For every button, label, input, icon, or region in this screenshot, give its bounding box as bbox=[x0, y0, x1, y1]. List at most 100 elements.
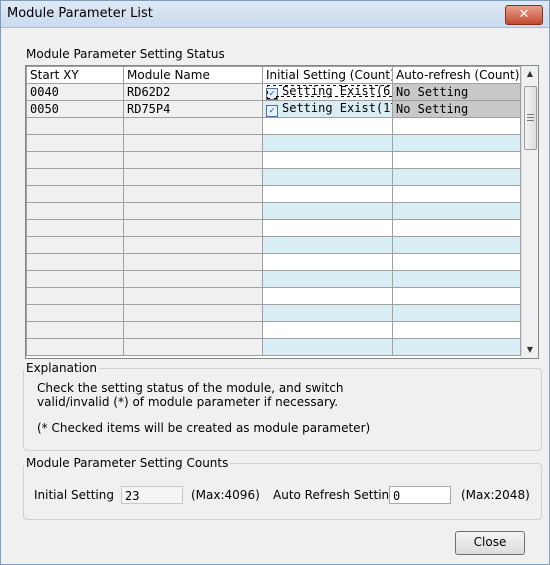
auto-refresh-max-label: (Max:2048) bbox=[461, 488, 530, 502]
auto-refresh-count-field: 0 bbox=[389, 486, 451, 504]
explanation-line-1: Check the setting status of the module, … bbox=[37, 381, 344, 395]
auto-refresh-cell[interactable] bbox=[392, 304, 521, 322]
module-name-cell bbox=[123, 304, 263, 322]
grip-line bbox=[527, 120, 534, 121]
table-header-row: Start XY Module Name Initial Setting (Co… bbox=[26, 66, 521, 84]
auto-refresh-cell[interactable] bbox=[392, 202, 521, 220]
initial-setting-value: Setting Exist(17) bbox=[282, 101, 392, 116]
start-xy-cell bbox=[26, 287, 124, 305]
table-row[interactable] bbox=[26, 321, 521, 339]
module-name-cell bbox=[123, 185, 263, 203]
table-row[interactable] bbox=[26, 117, 521, 135]
auto-refresh-cell[interactable] bbox=[392, 270, 521, 288]
module-name-cell bbox=[123, 270, 263, 288]
auto-refresh-cell[interactable] bbox=[392, 185, 521, 203]
start-xy-cell: 0050 bbox=[26, 100, 124, 118]
start-xy-cell bbox=[26, 151, 124, 169]
auto-refresh-cell[interactable] bbox=[392, 338, 521, 356]
grip-line bbox=[527, 114, 534, 115]
auto-refresh-cell[interactable] bbox=[392, 321, 521, 339]
initial-setting-cell[interactable] bbox=[262, 304, 393, 322]
scroll-down-arrow-icon[interactable]: ▼ bbox=[522, 342, 538, 358]
column-header-auto-refresh[interactable]: Auto-refresh (Count) bbox=[392, 66, 521, 84]
table-row[interactable] bbox=[26, 219, 521, 237]
initial-setting-cell[interactable] bbox=[262, 253, 393, 271]
auto-refresh-cell[interactable] bbox=[392, 253, 521, 271]
initial-setting-cell[interactable] bbox=[262, 270, 393, 288]
module-parameter-table: Start XY Module Name Initial Setting (Co… bbox=[26, 66, 521, 356]
table-row[interactable]: 0040 RD62D2 ✓ Setting Exist(6) No Setting bbox=[26, 83, 521, 101]
column-header-start-xy[interactable]: Start XY bbox=[26, 66, 124, 84]
table-row[interactable]: 0050 RD75P4 ✓ Setting Exist(17) No Settin… bbox=[26, 100, 521, 118]
explanation-line-2: valid/invalid (*) of module parameter if… bbox=[37, 395, 339, 409]
table-row[interactable] bbox=[26, 338, 521, 356]
initial-setting-cell[interactable] bbox=[262, 185, 393, 203]
column-header-initial-setting[interactable]: Initial Setting (Count) bbox=[262, 66, 393, 84]
table-row[interactable] bbox=[26, 236, 521, 254]
initial-setting-selected: ✓ Setting Exist(6) bbox=[266, 85, 392, 100]
auto-refresh-cell[interactable] bbox=[392, 219, 521, 237]
auto-refresh-cell[interactable] bbox=[392, 287, 521, 305]
table-row[interactable] bbox=[26, 151, 521, 169]
module-name-cell: RD75P4 bbox=[123, 100, 263, 118]
table-row[interactable] bbox=[26, 253, 521, 271]
module-name-cell bbox=[123, 117, 263, 135]
initial-setting-cell[interactable] bbox=[262, 236, 393, 254]
initial-setting-cell[interactable] bbox=[262, 321, 393, 339]
module-name-cell bbox=[123, 287, 263, 305]
module-name-cell bbox=[123, 168, 263, 186]
auto-refresh-cell[interactable] bbox=[392, 168, 521, 186]
initial-setting-cell[interactable]: ✓ Setting Exist(6) bbox=[262, 83, 393, 101]
explanation-line-3: (* Checked items will be created as modu… bbox=[37, 421, 371, 435]
table-row[interactable] bbox=[26, 304, 521, 322]
table-row[interactable] bbox=[26, 287, 521, 305]
initial-setting-checkbox[interactable]: ✓ bbox=[266, 88, 278, 100]
initial-setting-cell[interactable] bbox=[262, 287, 393, 305]
setting-counts-legend: Module Parameter Setting Counts bbox=[26, 456, 229, 470]
initial-setting-count-label: Initial Setting bbox=[34, 488, 114, 502]
table-row[interactable] bbox=[26, 168, 521, 186]
start-xy-cell: 0040 bbox=[26, 83, 124, 101]
auto-refresh-cell[interactable] bbox=[392, 117, 521, 135]
close-icon[interactable]: ✕ bbox=[505, 5, 543, 25]
start-xy-cell bbox=[26, 202, 124, 220]
start-xy-cell bbox=[26, 219, 124, 237]
start-xy-cell bbox=[26, 168, 124, 186]
start-xy-cell bbox=[26, 270, 124, 288]
grid-vertical-scrollbar[interactable]: ▲ ▼ bbox=[521, 66, 538, 358]
module-name-cell: RD62D2 bbox=[123, 83, 263, 101]
initial-setting-cell[interactable] bbox=[262, 202, 393, 220]
start-xy-cell bbox=[26, 236, 124, 254]
initial-setting-cell[interactable] bbox=[262, 134, 393, 152]
table-row[interactable] bbox=[26, 270, 521, 288]
auto-refresh-cell[interactable] bbox=[392, 236, 521, 254]
start-xy-cell bbox=[26, 338, 124, 356]
scroll-up-arrow-icon[interactable]: ▲ bbox=[522, 66, 538, 82]
title-bar[interactable]: Module Parameter List ✕ bbox=[1, 1, 549, 28]
close-button[interactable]: Close bbox=[455, 531, 525, 555]
initial-setting-cell[interactable] bbox=[262, 117, 393, 135]
module-name-cell bbox=[123, 338, 263, 356]
initial-setting-cell[interactable] bbox=[262, 151, 393, 169]
initial-setting-checkbox[interactable]: ✓ bbox=[266, 105, 278, 117]
module-name-cell bbox=[123, 202, 263, 220]
table-row[interactable] bbox=[26, 185, 521, 203]
initial-setting-cell[interactable] bbox=[262, 168, 393, 186]
column-header-module-name[interactable]: Module Name bbox=[123, 66, 263, 84]
table-row[interactable] bbox=[26, 202, 521, 220]
module-name-cell bbox=[123, 134, 263, 152]
auto-refresh-cell[interactable] bbox=[392, 151, 521, 169]
module-parameter-list-dialog: Module Parameter List ✕ Module Parameter… bbox=[0, 0, 550, 565]
start-xy-cell bbox=[26, 117, 124, 135]
initial-setting-cell[interactable] bbox=[262, 219, 393, 237]
scroll-thumb[interactable] bbox=[524, 86, 537, 150]
module-name-cell bbox=[123, 236, 263, 254]
auto-refresh-cell[interactable] bbox=[392, 134, 521, 152]
module-parameter-grid: Start XY Module Name Initial Setting (Co… bbox=[25, 65, 539, 359]
module-name-cell bbox=[123, 321, 263, 339]
start-xy-cell bbox=[26, 185, 124, 203]
initial-setting-cell[interactable]: ✓ Setting Exist(17) bbox=[262, 100, 393, 118]
initial-setting-cell[interactable] bbox=[262, 338, 393, 356]
start-xy-cell bbox=[26, 253, 124, 271]
table-row[interactable] bbox=[26, 134, 521, 152]
